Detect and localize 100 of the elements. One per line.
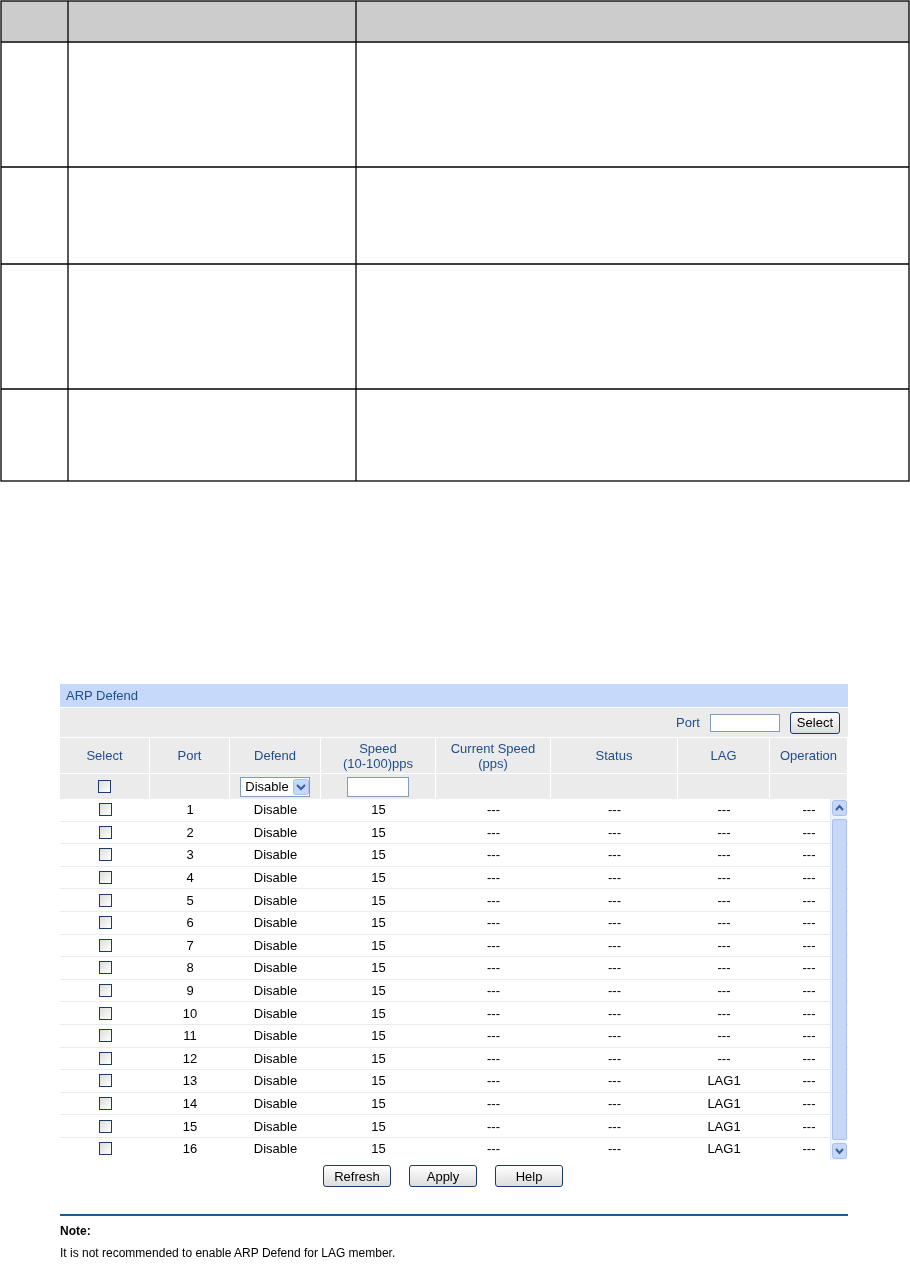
- table-cell: ---: [608, 847, 621, 863]
- table-cell: ---: [717, 847, 731, 863]
- action-button[interactable]: Help: [495, 1165, 563, 1187]
- table-cell: Disable: [253, 824, 298, 840]
- table-cell: 6: [186, 915, 194, 931]
- table-cell: ---: [717, 1005, 731, 1021]
- table-cell: ---: [802, 983, 816, 999]
- table-cell: ---: [608, 983, 621, 999]
- select-button[interactable]: Select: [789, 711, 840, 734]
- checkbox[interactable]: [98, 893, 112, 907]
- table-cell: ---: [487, 802, 500, 818]
- table-cell: ---: [717, 824, 731, 840]
- table-cell: ---: [487, 983, 500, 999]
- port-field[interactable]: [709, 713, 780, 732]
- table-cell: ---: [717, 983, 731, 999]
- speed-field[interactable]: [347, 776, 409, 797]
- table-cell: ---: [487, 892, 500, 908]
- table-cell: ---: [608, 1005, 621, 1021]
- table-cell: ---: [487, 937, 500, 953]
- table-cell: ---: [487, 1005, 500, 1021]
- table-cell: ---: [487, 1096, 500, 1111]
- checkbox[interactable]: [98, 825, 112, 839]
- table-cell: ---: [802, 847, 816, 863]
- table-cell: ---: [608, 1118, 621, 1134]
- checkbox[interactable]: [98, 848, 112, 862]
- checkbox[interactable]: [98, 1006, 112, 1020]
- checkbox[interactable]: [98, 916, 112, 930]
- table-cell: 15: [371, 1118, 386, 1134]
- table-cell: 1: [186, 802, 194, 818]
- table-cell: 4: [186, 870, 194, 886]
- table-cell: ---: [608, 960, 621, 976]
- action-button[interactable]: Apply: [409, 1165, 477, 1187]
- table-cell: ---: [608, 915, 621, 931]
- table-cell: ---: [487, 847, 500, 863]
- table-cell: 15: [371, 802, 386, 818]
- column-header: Speed (10-100)pps: [342, 740, 414, 771]
- table-cell: 15: [371, 937, 386, 953]
- defend-dropdown[interactable]: Disable: [240, 776, 310, 797]
- table-cell: 15: [371, 1141, 386, 1157]
- checkbox[interactable]: [98, 871, 112, 885]
- column-header: Status: [595, 748, 633, 763]
- table-cell: Disable: [253, 1096, 298, 1111]
- table-cell: Disable: [253, 1073, 298, 1089]
- table-cell: Disable: [253, 1028, 298, 1044]
- checkbox[interactable]: [98, 1074, 112, 1088]
- table-cell: 15: [371, 1005, 386, 1021]
- checkbox[interactable]: [98, 938, 112, 952]
- checkbox[interactable]: [98, 1097, 112, 1110]
- table-cell: ---: [608, 1141, 621, 1157]
- table-cell: ---: [487, 870, 500, 886]
- checkbox[interactable]: [98, 780, 111, 793]
- table-cell: ---: [487, 1050, 500, 1066]
- table-cell: ---: [487, 1028, 500, 1044]
- scroll-up-icon[interactable]: [832, 800, 847, 816]
- table-cell: ---: [717, 915, 731, 931]
- scrollbar[interactable]: [830, 799, 847, 1160]
- table-cell: Disable: [253, 937, 298, 953]
- table-cell: ---: [802, 802, 816, 818]
- table-cell: 15: [371, 960, 386, 976]
- action-button[interactable]: Refresh: [323, 1165, 391, 1187]
- table-cell: ---: [487, 960, 500, 976]
- table-cell: ---: [802, 824, 816, 840]
- checkbox[interactable]: [98, 1142, 112, 1156]
- column-header: Defend: [254, 748, 296, 763]
- table-cell: ---: [802, 1050, 816, 1066]
- table-cell: 13: [182, 1073, 198, 1089]
- table-cell: ---: [802, 915, 816, 931]
- checkbox[interactable]: [98, 803, 112, 817]
- table-cell: ---: [802, 1118, 816, 1134]
- table-cell: 15: [371, 824, 386, 840]
- checkbox[interactable]: [98, 984, 112, 998]
- table-cell: ---: [802, 1073, 816, 1089]
- table-cell: 2: [186, 824, 194, 840]
- table-cell: ---: [802, 960, 816, 976]
- checkbox[interactable]: [98, 1029, 112, 1043]
- table-cell: 15: [371, 847, 386, 863]
- table-cell: 3: [186, 847, 194, 863]
- table-cell: ---: [608, 1073, 621, 1089]
- table-cell: ---: [802, 1005, 816, 1021]
- table-cell: ---: [717, 960, 731, 976]
- checkbox[interactable]: [98, 1051, 112, 1065]
- checkbox[interactable]: [98, 961, 112, 975]
- checkbox[interactable]: [98, 1119, 112, 1133]
- table-cell: LAG1: [707, 1096, 741, 1111]
- table-cell: ---: [487, 824, 500, 840]
- table-cell: ---: [487, 1141, 500, 1157]
- column-header: Operation: [779, 748, 838, 763]
- port-label: Port: [676, 715, 700, 730]
- scrollbar-thumb[interactable]: [832, 819, 847, 1140]
- table-cell: ---: [717, 802, 731, 818]
- table-cell: ---: [717, 892, 731, 908]
- column-header: LAG: [710, 748, 737, 763]
- table-cell: ---: [608, 824, 621, 840]
- scroll-down-icon[interactable]: [832, 1143, 847, 1159]
- table-cell: ---: [608, 1028, 621, 1044]
- table-cell: ---: [802, 937, 816, 953]
- table-cell: ---: [717, 1050, 731, 1066]
- table-cell: Disable: [253, 870, 298, 886]
- table-cell: Disable: [253, 847, 298, 863]
- table-cell: Disable: [253, 960, 298, 976]
